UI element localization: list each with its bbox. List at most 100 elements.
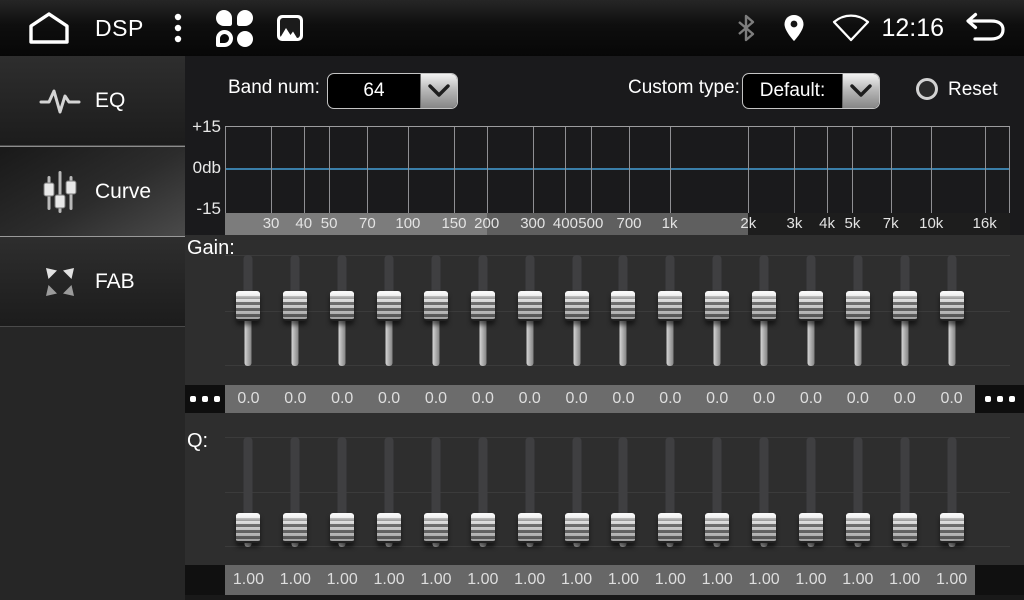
gain-slider-thumb[interactable] xyxy=(611,291,635,321)
q-values-left-cap xyxy=(185,565,225,595)
q-slider-thumb[interactable] xyxy=(518,513,542,543)
custom-type-dropdown[interactable]: Default: xyxy=(742,73,880,109)
q-value-12: 1.00 xyxy=(741,565,788,595)
q-slider-thumb[interactable] xyxy=(565,513,589,543)
menu-dots-icon[interactable] xyxy=(174,12,182,44)
q-slider-thumb[interactable] xyxy=(377,513,401,543)
gain-slider-thumb[interactable] xyxy=(424,291,448,321)
gain-slider-thumb[interactable] xyxy=(799,291,823,321)
freq-tick-label: 2k xyxy=(740,213,756,235)
gain-slider-8[interactable] xyxy=(553,255,600,366)
gain-slider-thumb[interactable] xyxy=(283,291,307,321)
fab-arrows-icon xyxy=(38,263,82,301)
y-axis-label-max: +15 xyxy=(185,118,221,136)
chevron-down-icon[interactable] xyxy=(420,74,457,108)
q-slider-thumb[interactable] xyxy=(846,513,870,543)
q-slider-1[interactable] xyxy=(225,437,272,547)
q-slider-thumb[interactable] xyxy=(471,513,495,543)
q-slider-5[interactable] xyxy=(413,437,460,547)
gain-slider-16[interactable] xyxy=(928,255,975,366)
gain-slider-11[interactable] xyxy=(694,255,741,366)
q-slider-4[interactable] xyxy=(366,437,413,547)
freq-tick-label: 400 xyxy=(553,213,578,235)
q-value-10: 1.00 xyxy=(647,565,694,595)
sidebar-item-fab[interactable]: FAB xyxy=(0,237,185,327)
q-slider-12[interactable] xyxy=(741,437,788,547)
gain-slider-9[interactable] xyxy=(600,255,647,366)
q-slider-6[interactable] xyxy=(459,437,506,547)
q-slider-thumb[interactable] xyxy=(893,513,917,543)
q-slider-7[interactable] xyxy=(506,437,553,547)
gallery-icon[interactable] xyxy=(277,15,303,41)
gain-slider-14[interactable] xyxy=(834,255,881,366)
home-icon[interactable] xyxy=(26,11,72,45)
q-slider-thumb[interactable] xyxy=(611,513,635,543)
q-slider-thumb[interactable] xyxy=(283,513,307,543)
q-slider-thumb[interactable] xyxy=(236,513,260,543)
gain-slider-thumb[interactable] xyxy=(940,291,964,321)
q-slider-thumb[interactable] xyxy=(799,513,823,543)
freq-axis: 304050701001502003004005007001k2k3k4k5k7… xyxy=(225,213,1010,235)
gain-slider-6[interactable] xyxy=(459,255,506,366)
band-num-dropdown[interactable]: 64 xyxy=(327,73,458,109)
q-value-1: 1.00 xyxy=(225,565,272,595)
q-slider-15[interactable] xyxy=(881,437,928,547)
gain-value-11: 0.0 xyxy=(694,385,741,413)
gain-slider-7[interactable] xyxy=(506,255,553,366)
q-slider-thumb[interactable] xyxy=(424,513,448,543)
q-value-14: 1.00 xyxy=(834,565,881,595)
gain-slider-3[interactable] xyxy=(319,255,366,366)
gain-slider-thumb[interactable] xyxy=(518,291,542,321)
q-slider-2[interactable] xyxy=(272,437,319,547)
back-icon[interactable] xyxy=(962,11,1008,45)
more-dots-icon xyxy=(997,396,1003,402)
q-slider-8[interactable] xyxy=(553,437,600,547)
gain-slider-4[interactable] xyxy=(366,255,413,366)
gain-slider-row xyxy=(225,255,975,366)
sidebar-item-eq[interactable]: EQ xyxy=(0,56,185,146)
reset-radio[interactable] xyxy=(916,78,938,100)
q-slider-9[interactable] xyxy=(600,437,647,547)
sidebar-item-label: Curve xyxy=(95,180,151,204)
gain-slider-thumb[interactable] xyxy=(893,291,917,321)
q-slider-thumb[interactable] xyxy=(705,513,729,543)
gain-slider-thumb[interactable] xyxy=(705,291,729,321)
apps-clover-icon[interactable] xyxy=(216,10,253,47)
custom-type-value: Default: xyxy=(743,74,842,108)
gain-slider-thumb[interactable] xyxy=(236,291,260,321)
freq-tick-label: 16k xyxy=(973,213,997,235)
sidebar-item-curve[interactable]: Curve xyxy=(0,146,185,237)
gain-slider-thumb[interactable] xyxy=(377,291,401,321)
gain-slider-thumb[interactable] xyxy=(330,291,354,321)
q-value-4: 1.00 xyxy=(366,565,413,595)
q-slider-thumb[interactable] xyxy=(330,513,354,543)
q-slider-3[interactable] xyxy=(319,437,366,547)
grid-line xyxy=(985,127,986,213)
q-slider-13[interactable] xyxy=(788,437,835,547)
q-slider-14[interactable] xyxy=(834,437,881,547)
q-slider-thumb[interactable] xyxy=(752,513,776,543)
gain-slider-thumb[interactable] xyxy=(658,291,682,321)
q-slider-11[interactable] xyxy=(694,437,741,547)
gain-slider-15[interactable] xyxy=(881,255,928,366)
gain-slider-5[interactable] xyxy=(413,255,460,366)
gain-slider-thumb[interactable] xyxy=(565,291,589,321)
q-slider-thumb[interactable] xyxy=(658,513,682,543)
q-slider-thumb[interactable] xyxy=(940,513,964,543)
gain-more-left-button[interactable] xyxy=(185,385,225,413)
gain-slider-1[interactable] xyxy=(225,255,272,366)
q-slider-10[interactable] xyxy=(647,437,694,547)
gain-slider-13[interactable] xyxy=(788,255,835,366)
sidebar: EQ Curve FAB xyxy=(0,56,185,600)
gain-value-7: 0.0 xyxy=(506,385,553,413)
q-slider-16[interactable] xyxy=(928,437,975,547)
gain-more-right-button[interactable] xyxy=(975,385,1024,413)
gain-slider-thumb[interactable] xyxy=(846,291,870,321)
gain-slider-thumb[interactable] xyxy=(471,291,495,321)
gain-slider-12[interactable] xyxy=(741,255,788,366)
gain-slider-10[interactable] xyxy=(647,255,694,366)
gain-slider-2[interactable] xyxy=(272,255,319,366)
gain-value-5: 0.0 xyxy=(413,385,460,413)
chevron-down-icon[interactable] xyxy=(842,74,879,108)
gain-slider-thumb[interactable] xyxy=(752,291,776,321)
